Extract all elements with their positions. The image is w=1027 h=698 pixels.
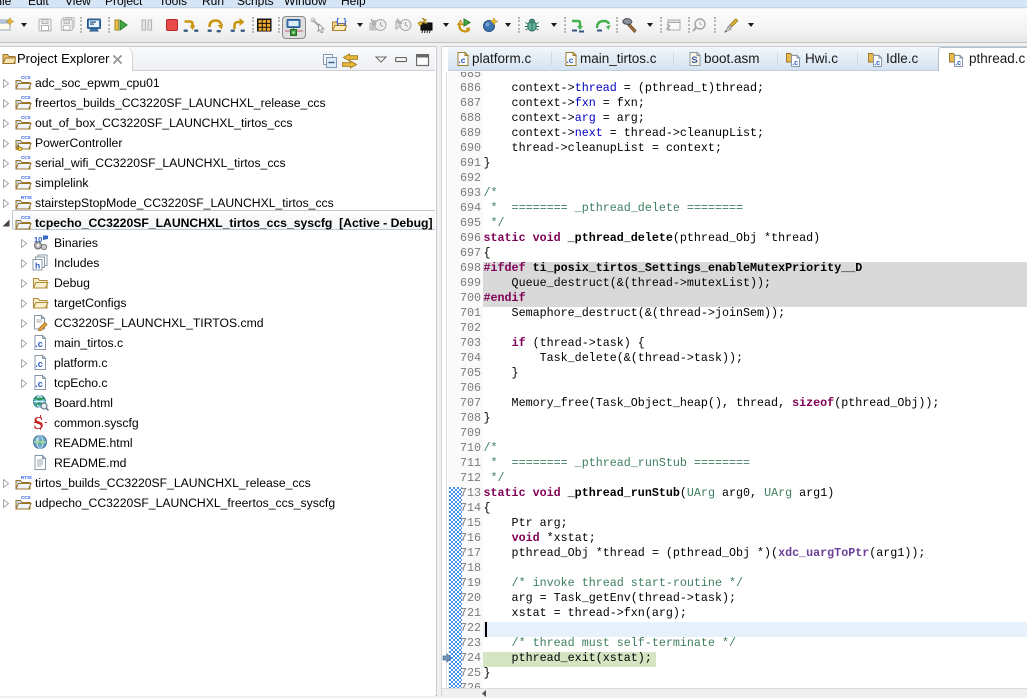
svg-text:{..}: {..}: [336, 17, 347, 26]
svg-text:S: S: [691, 55, 697, 66]
svg-text:RTSC: RTSC: [21, 475, 32, 480]
svg-text:.c: .c: [792, 60, 798, 67]
svg-text:CCS: CCS: [21, 95, 31, 100]
svg-text:.c: .c: [874, 60, 880, 67]
svg-text:.c: .c: [35, 339, 43, 349]
svg-text:CCS: CCS: [21, 215, 31, 220]
svg-text:CCS: CCS: [21, 155, 31, 160]
svg-text:CCS: CCS: [21, 495, 31, 500]
svg-text:CCS: CCS: [21, 115, 31, 120]
svg-text:.c: .c: [35, 359, 43, 369]
svg-text:CCS: CCS: [21, 175, 31, 180]
svg-text:.c: .c: [566, 55, 573, 65]
svg-text:.c: .c: [35, 379, 43, 389]
svg-text:CCS: CCS: [21, 75, 31, 80]
svg-text:RTSC: RTSC: [21, 195, 32, 200]
svg-text:h: h: [35, 261, 40, 271]
svg-text:CCS: CCS: [21, 135, 31, 140]
svg-text:.c: .c: [458, 55, 465, 65]
svg-text:.c: .c: [955, 60, 961, 67]
